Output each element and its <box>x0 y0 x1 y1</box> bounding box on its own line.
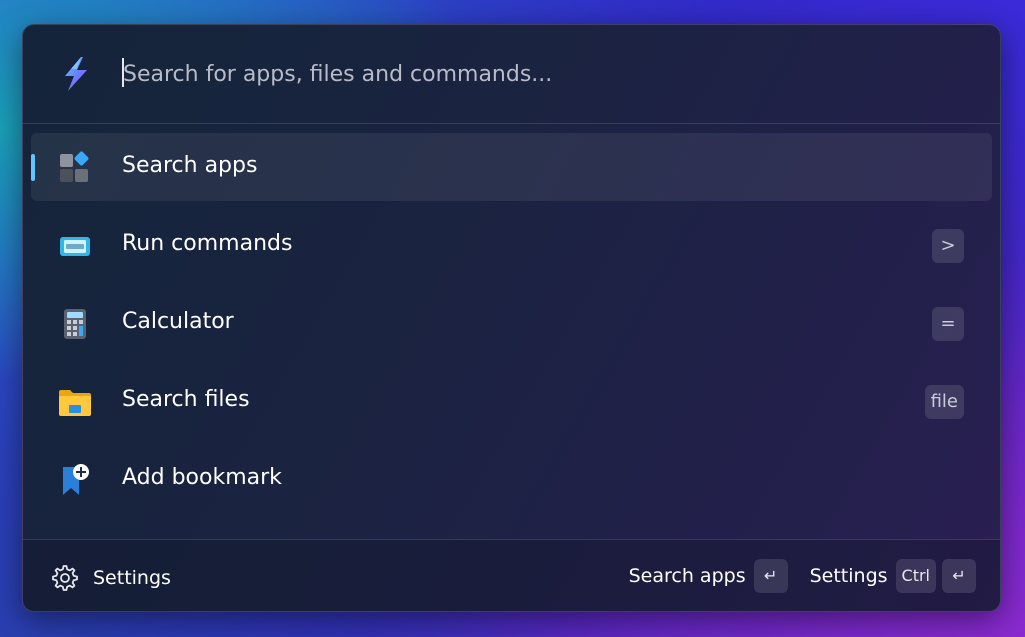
selection-indicator <box>31 154 35 181</box>
divider <box>23 123 1000 124</box>
text-caret <box>122 58 124 87</box>
settings-action-label[interactable]: Settings <box>810 565 888 587</box>
divider <box>23 539 1000 540</box>
list-item-search-files[interactable]: Search files file <box>31 367 992 435</box>
primary-action-label[interactable]: Search apps <box>629 565 746 587</box>
search-input[interactable] <box>121 53 945 95</box>
lightning-logo-icon <box>65 57 87 91</box>
gear-icon <box>52 565 78 591</box>
apps-icon <box>60 151 89 182</box>
bookmark-add-icon <box>63 464 89 495</box>
list-item-calculator[interactable]: Calculator = <box>31 289 992 357</box>
shortcut-badge: > <box>932 229 964 263</box>
item-label: Add bookmark <box>122 465 282 490</box>
enter-key-hint: ↵ <box>753 559 788 593</box>
ctrl-key-hint: Ctrl <box>895 559 936 593</box>
item-label: Search files <box>122 387 250 412</box>
item-label: Calculator <box>122 309 234 334</box>
item-label: Run commands <box>122 231 293 256</box>
shortcut-badge: = <box>932 307 964 341</box>
list-item-add-bookmark[interactable]: Add bookmark <box>31 445 992 513</box>
terminal-icon <box>60 237 90 256</box>
item-label: Search apps <box>122 153 258 178</box>
calculator-icon <box>64 309 86 339</box>
list-item-run-commands[interactable]: Run commands > <box>31 211 992 279</box>
footer-actions: Search apps ↵ Settings Ctrl ↵ <box>629 559 976 593</box>
shortcut-badge: file <box>924 385 964 419</box>
settings-label: Settings <box>93 567 171 589</box>
footer-bar: Settings Search apps ↵ Settings Ctrl ↵ <box>23 539 1000 611</box>
launcher-panel: Search apps Run commands > <box>22 24 1001 612</box>
folder-icon <box>59 390 91 416</box>
list-item-search-apps[interactable]: Search apps <box>31 133 992 201</box>
enter-key-hint: ↵ <box>942 559 976 593</box>
search-bar <box>23 25 1000 123</box>
